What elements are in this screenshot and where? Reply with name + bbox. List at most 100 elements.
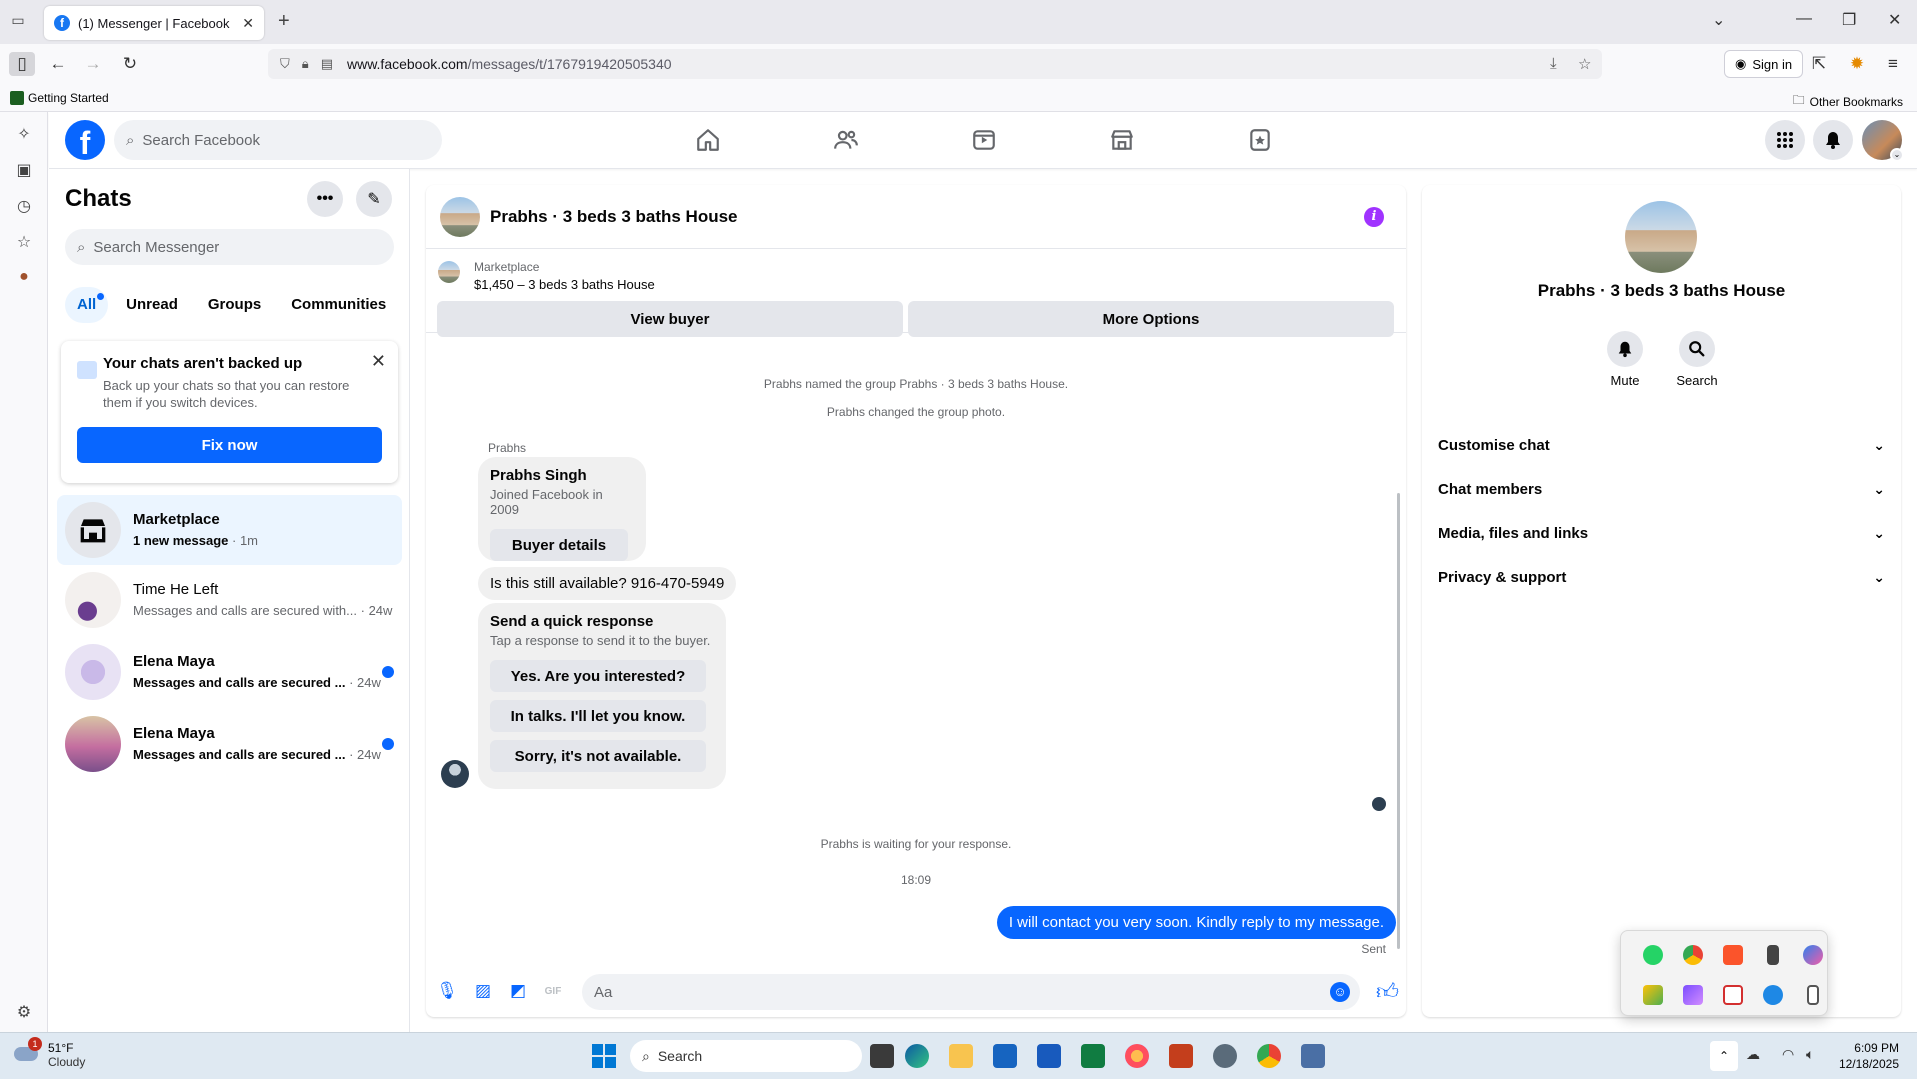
sign-in-button[interactable]: ◉ Sign in xyxy=(1724,50,1804,78)
section-customise-chat[interactable]: Customise chat ⌄ xyxy=(1438,427,1885,463)
buyer-details-button[interactable]: Buyer details xyxy=(490,529,628,561)
firefox-icon[interactable] xyxy=(1125,1044,1149,1068)
listing-thumbnail[interactable] xyxy=(438,261,460,283)
facebook-search-input[interactable] xyxy=(142,131,442,149)
browser-tab-messenger[interactable]: f (1) Messenger | Facebook ✕ xyxy=(44,6,264,40)
sidebar-toggle-icon[interactable]: ▯ xyxy=(9,52,35,76)
attach-photo-icon[interactable]: ▨ xyxy=(472,980,494,1002)
bookmark-getting-started[interactable]: Getting Started xyxy=(10,91,109,105)
filter-tab-communities[interactable]: Communities xyxy=(279,287,398,323)
microphone-icon[interactable]: 🎙︎ xyxy=(436,980,458,1002)
message-composer[interactable]: ☺ xyxy=(582,974,1360,1010)
show-hidden-icons-chevron-icon[interactable]: ⌃ xyxy=(1710,1041,1738,1071)
close-tab-icon[interactable]: ✕ xyxy=(242,15,254,32)
sender-avatar[interactable] xyxy=(441,760,469,788)
messenger-search-input[interactable] xyxy=(93,238,394,256)
nav-gaming[interactable] xyxy=(1204,112,1316,168)
tab-overflow-chevron-icon[interactable]: ⌄ xyxy=(1712,10,1725,30)
volume-icon[interactable]: 🔈︎ xyxy=(1806,1046,1814,1063)
ai-chatbot-icon[interactable]: ✧ xyxy=(13,124,35,146)
mute-action[interactable]: Mute xyxy=(1595,331,1655,388)
view-buyer-button[interactable]: View buyer xyxy=(437,301,903,337)
bookmark-star-icon[interactable]: ☆ xyxy=(1578,55,1591,73)
file-explorer-icon[interactable] xyxy=(949,1044,973,1068)
filter-tab-all[interactable]: All xyxy=(65,287,109,323)
group-photo[interactable] xyxy=(440,197,480,237)
chrome-icon[interactable] xyxy=(1257,1044,1281,1068)
app-icon[interactable] xyxy=(1213,1044,1237,1068)
nav-friends[interactable] xyxy=(790,112,902,168)
eject-drive-icon[interactable] xyxy=(1807,985,1819,1005)
emoji-icon[interactable]: ☺ xyxy=(1330,982,1350,1002)
settings-gear-icon[interactable]: ⚙ xyxy=(13,1002,35,1024)
messenger-search[interactable]: ⌕ xyxy=(65,229,394,265)
chat-item-elena-maya[interactable]: Elena Maya Messages and calls are secure… xyxy=(57,637,402,707)
usb-drive-icon[interactable] xyxy=(1767,945,1779,965)
taskbar-clock[interactable]: 6:09 PM 12/18/2025 xyxy=(1839,1040,1899,1072)
quick-reply-button[interactable]: In talks. I'll let you know. xyxy=(490,700,706,732)
chat-item-marketplace[interactable]: Marketplace 1 new message · 1m xyxy=(57,495,402,565)
nav-marketplace[interactable] xyxy=(1066,112,1178,168)
extension-icon[interactable]: ✹ xyxy=(1844,52,1870,76)
section-chat-members[interactable]: Chat members ⌄ xyxy=(1438,471,1885,507)
conversation-scrollbar[interactable] xyxy=(1397,493,1400,949)
chat-options-button[interactable]: ••• xyxy=(307,181,343,217)
chat-item-elena-maya-2[interactable]: Elena Maya Messages and calls are secure… xyxy=(57,709,402,779)
new-tab-icon[interactable]: + xyxy=(278,10,290,33)
share-icon[interactable]: ⇱ xyxy=(1806,52,1832,76)
calculator-icon[interactable] xyxy=(1301,1044,1325,1068)
edge-icon[interactable] xyxy=(905,1044,929,1068)
quick-reply-button[interactable]: Sorry, it's not available. xyxy=(490,740,706,772)
chat-item-time-he-left[interactable]: Time He Left Messages and calls are secu… xyxy=(57,565,402,635)
app-tray-icon[interactable] xyxy=(1643,985,1663,1005)
facebook-search[interactable]: ⌕ xyxy=(114,120,442,160)
back-icon[interactable]: ← xyxy=(45,52,71,76)
thumbs-up-icon[interactable]: 👍︎ xyxy=(1376,978,1399,1005)
group-photo-large[interactable] xyxy=(1625,201,1697,273)
history-icon[interactable]: ◷ xyxy=(13,196,35,218)
excel-icon[interactable] xyxy=(1081,1044,1105,1068)
copilot-icon[interactable] xyxy=(1803,945,1823,965)
sticker-icon[interactable]: ◩ xyxy=(507,980,529,1002)
cloud-sync-off-icon[interactable]: ☁ xyxy=(1746,1046,1760,1063)
security-icon[interactable] xyxy=(1763,985,1783,1005)
weather-widget[interactable]: 1 51°F Cloudy xyxy=(14,1037,85,1069)
chrome-icon[interactable] xyxy=(1683,945,1703,965)
menu-icon[interactable]: ≡ xyxy=(1880,52,1906,76)
menu-grid-button[interactable] xyxy=(1765,120,1805,160)
section-privacy-support[interactable]: Privacy & support ⌄ xyxy=(1438,559,1885,595)
filter-tab-unread[interactable]: Unread xyxy=(114,287,190,323)
info-icon[interactable]: i xyxy=(1364,207,1384,227)
lock-icon[interactable]: 🔒︎ xyxy=(302,56,309,72)
more-options-button[interactable]: More Options xyxy=(908,301,1394,337)
tab-list-icon[interactable]: ▭ xyxy=(8,12,28,32)
quick-reply-button[interactable]: Yes. Are you interested? xyxy=(490,660,706,692)
pen-icon[interactable] xyxy=(1683,985,1703,1005)
store-icon[interactable] xyxy=(993,1044,1017,1068)
url-bar[interactable]: ⛉ 🔒︎ ▤ www.facebook.com/messages/t/17679… xyxy=(268,49,1602,79)
filter-tab-groups[interactable]: Groups xyxy=(196,287,273,323)
url-text[interactable]: www.facebook.com/messages/t/176791942050… xyxy=(347,56,672,72)
notifications-button[interactable] xyxy=(1813,120,1853,160)
synced-tabs-icon[interactable]: ▣ xyxy=(13,160,35,182)
restore-icon[interactable]: ❐ xyxy=(1842,10,1856,30)
task-view-icon[interactable] xyxy=(870,1044,894,1068)
reload-icon[interactable]: ↻ xyxy=(117,52,143,76)
powerpoint-icon[interactable] xyxy=(1169,1044,1193,1068)
forward-icon[interactable]: → xyxy=(80,52,106,76)
fix-now-button[interactable]: Fix now xyxy=(77,427,382,463)
permissions-icon[interactable]: ▤ xyxy=(321,56,333,72)
wifi-icon[interactable]: ◠ xyxy=(1782,1046,1794,1063)
minimize-icon[interactable]: — xyxy=(1796,10,1812,28)
whatsapp-icon[interactable] xyxy=(1643,945,1663,965)
conversation-title[interactable]: Prabhs · 3 beds 3 baths House xyxy=(490,207,738,227)
windows-start-icon[interactable] xyxy=(592,1044,616,1068)
bookmarks-star-icon[interactable]: ☆ xyxy=(13,232,35,254)
listing-price[interactable]: $1,450 – 3 beds 3 baths House xyxy=(474,277,655,292)
section-media-files-links[interactable]: Media, files and links ⌄ xyxy=(1438,515,1885,551)
facebook-logo-icon[interactable]: f xyxy=(65,120,105,160)
new-message-button[interactable]: ✎ xyxy=(356,181,392,217)
cookie-extension-icon[interactable]: ● xyxy=(13,268,35,290)
brave-icon[interactable] xyxy=(1723,945,1743,965)
close-icon[interactable]: ✕ xyxy=(371,351,386,372)
